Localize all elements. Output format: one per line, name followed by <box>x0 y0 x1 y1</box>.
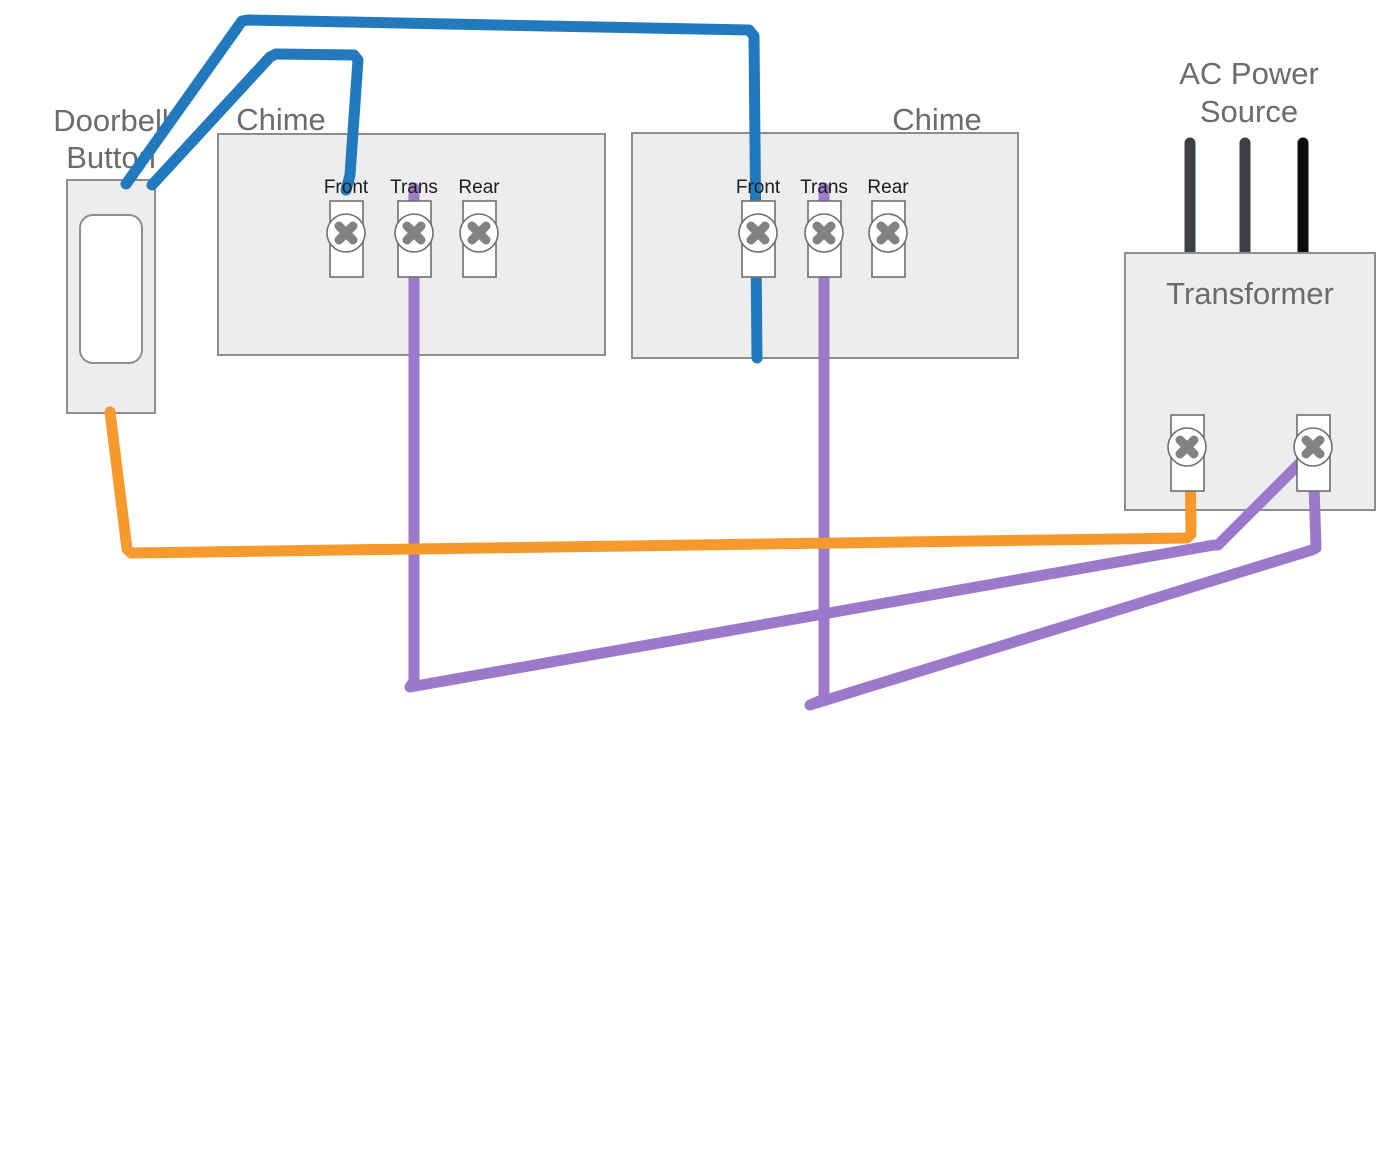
chime-2-label: Chime <box>892 102 982 137</box>
chime-1-screw-trans-icon <box>402 221 426 245</box>
chime-1-screw-front-icon <box>334 221 358 245</box>
diagram-canvas: AC Power Source Transformer Doorbell But… <box>53 14 1376 711</box>
chime-2-screw-trans-icon <box>812 221 836 245</box>
ac-power-source: AC Power Source <box>1179 56 1319 261</box>
chime-2-terminals: Front Trans Rear <box>736 177 909 278</box>
chime-1-terminal-label-rear: Rear <box>458 177 500 198</box>
transformer-screw-left-icon <box>1175 435 1199 459</box>
doorbell-push-button[interactable] <box>79 214 143 364</box>
transformer[interactable]: Transformer <box>1124 252 1376 511</box>
wire-orange-button-to-transformer <box>104 406 1197 559</box>
chime-1-terminals: Front Trans Rear <box>324 177 500 278</box>
doorbell-button-label-line1: Doorbell <box>53 103 168 138</box>
chime-2-terminal-label-rear: Rear <box>867 177 909 198</box>
transformer-screw-right-icon <box>1301 435 1325 459</box>
ac-power-source-label-line2: Source <box>1200 94 1298 129</box>
chime-2-terminal-label-trans: Trans <box>800 177 848 198</box>
chime-2-screw-rear-icon <box>876 221 900 245</box>
chime-1-terminal-label-front: Front <box>324 177 369 198</box>
chime-1-screw-rear-icon <box>467 221 491 245</box>
chime-1-label: Chime <box>236 102 326 137</box>
ac-power-source-label-line1: AC Power <box>1179 56 1319 91</box>
transformer-label: Transformer <box>1166 276 1334 311</box>
chime-1-terminal-label-trans: Trans <box>390 177 438 198</box>
chime-2-terminal-label-front: Front <box>736 177 781 198</box>
chime-2-screw-front-icon <box>746 221 770 245</box>
doorbell-wiring-diagram: AC Power Source Transformer Doorbell But… <box>0 0 1398 1150</box>
